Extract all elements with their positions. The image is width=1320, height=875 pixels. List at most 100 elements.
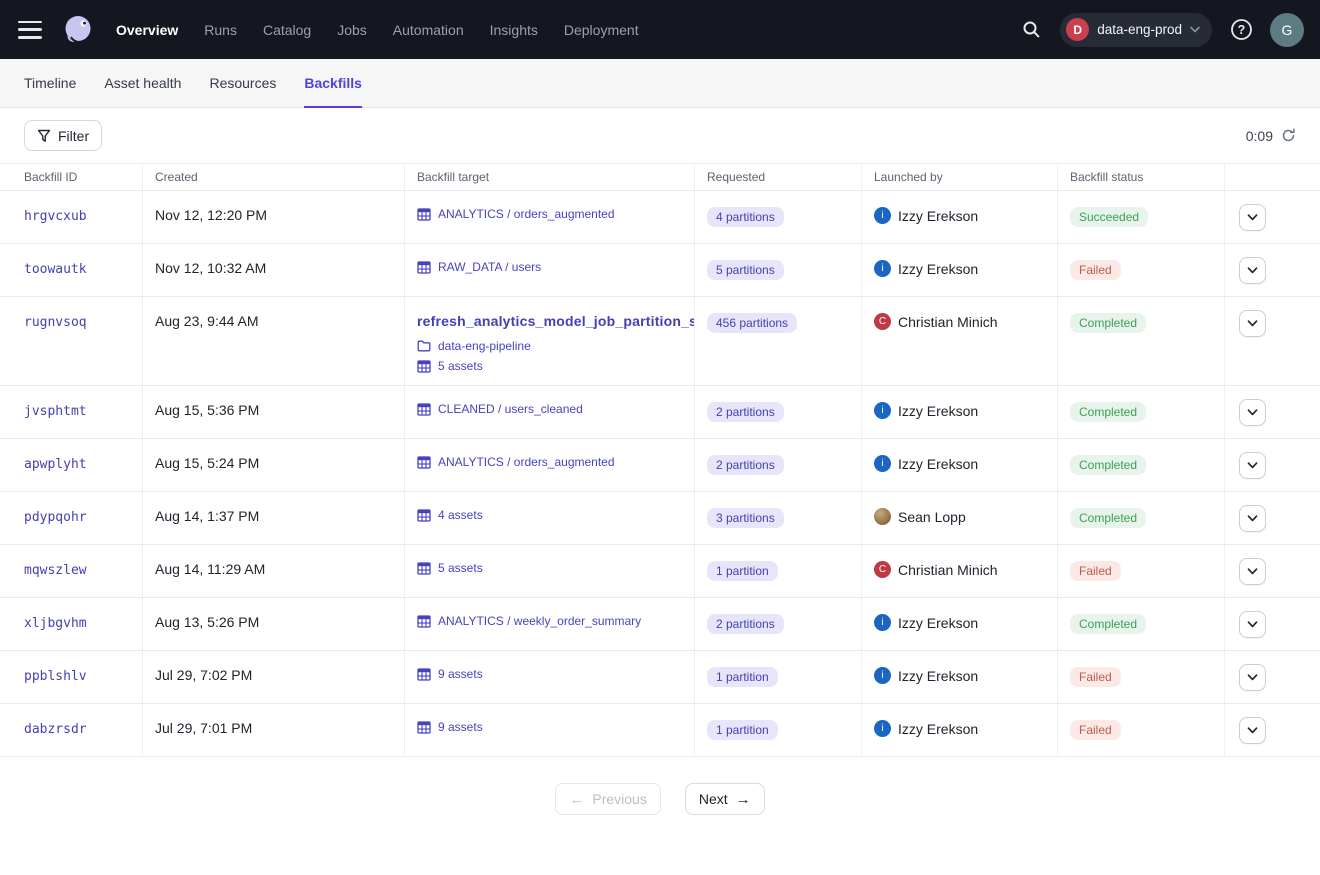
partitions-badge: 2 partitions bbox=[707, 402, 784, 422]
menu-icon[interactable] bbox=[18, 21, 42, 39]
launched-by-cell: Sean Lopp bbox=[862, 492, 1058, 544]
tab-asset-health[interactable]: Asset health bbox=[104, 59, 181, 107]
status-cell: Failed bbox=[1058, 651, 1225, 703]
refresh-icon[interactable] bbox=[1281, 128, 1296, 143]
launcher-name: Izzy Erekson bbox=[898, 403, 978, 419]
search-icon[interactable] bbox=[1014, 13, 1048, 47]
pipeline-link[interactable]: data-eng-pipeline bbox=[438, 339, 531, 353]
table-header-row: Backfill IDCreatedBackfill targetRequest… bbox=[0, 163, 1320, 191]
topnav-right: D data-eng-prod ? G bbox=[1014, 13, 1304, 47]
backfill-id-link[interactable]: rugnvsoq bbox=[24, 315, 87, 330]
row-actions-button[interactable] bbox=[1239, 399, 1266, 426]
nav-item-overview[interactable]: Overview bbox=[116, 22, 178, 38]
asset-target-link[interactable]: 5 assets bbox=[438, 561, 483, 575]
asset-target-link[interactable]: RAW_DATA / users bbox=[438, 260, 541, 274]
table-row: dabzrsdrJul 29, 7:01 PM9 assets1 partiti… bbox=[0, 704, 1320, 757]
nav-item-insights[interactable]: Insights bbox=[490, 22, 538, 38]
created-timestamp: Nov 12, 12:20 PM bbox=[155, 207, 267, 223]
created-timestamp: Aug 14, 11:29 AM bbox=[155, 561, 265, 577]
column-header-actions bbox=[1225, 164, 1320, 190]
asset-target-link[interactable]: CLEANED / users_cleaned bbox=[438, 402, 583, 416]
backfill-id-cell: mqwszlew bbox=[0, 545, 143, 597]
asset-grid-icon bbox=[417, 721, 431, 734]
job-partition-set-link[interactable]: refresh_analytics_model_job_partition_se… bbox=[417, 313, 695, 329]
partitions-badge: 5 partitions bbox=[707, 260, 784, 280]
backfill-id-link[interactable]: hrgvcxub bbox=[24, 209, 87, 224]
row-actions-button[interactable] bbox=[1239, 664, 1266, 691]
row-actions-button[interactable] bbox=[1239, 310, 1266, 337]
actions-cell bbox=[1225, 297, 1320, 385]
help-icon[interactable]: ? bbox=[1224, 13, 1258, 47]
backfill-id-link[interactable]: mqwszlew bbox=[24, 563, 87, 578]
assets-line: 5 assets bbox=[417, 359, 682, 373]
table-row: pdypqohrAug 14, 1:37 PM4 assets3 partiti… bbox=[0, 492, 1320, 545]
created-cell: Jul 29, 7:02 PM bbox=[143, 651, 405, 703]
launcher: iIzzy Erekson bbox=[874, 207, 1045, 224]
backfill-id-link[interactable]: xljbgvhm bbox=[24, 616, 87, 631]
table-row: mqwszlew Aug 14, 11:29 AM 5 assets 1 partit… bbox=[0, 545, 1320, 598]
row-actions-button[interactable] bbox=[1239, 558, 1266, 585]
asset-target-link[interactable]: 9 assets bbox=[438, 720, 483, 734]
tab-timeline[interactable]: Timeline bbox=[24, 59, 76, 107]
launched-by-cell: CChristian Minich bbox=[862, 545, 1058, 597]
created-cell: Aug 15, 5:24 PM bbox=[143, 439, 405, 491]
assets-link[interactable]: 5 assets bbox=[438, 359, 483, 373]
requested-cell: 1 partition bbox=[695, 545, 862, 597]
table-body: hrgvcxub Nov 12, 12:20 PM ANALYTICS / orde… bbox=[0, 191, 1320, 757]
nav-item-jobs[interactable]: Jobs bbox=[337, 22, 367, 38]
asset-target-link[interactable]: ANALYTICS / weekly_order_summary bbox=[438, 614, 641, 628]
row-actions-button[interactable] bbox=[1239, 717, 1266, 744]
backfill-id-link[interactable]: dabzrsdr bbox=[24, 722, 87, 737]
user-avatar[interactable]: G bbox=[1270, 13, 1304, 47]
asset-target-link[interactable]: ANALYTICS / orders_augmented bbox=[438, 455, 615, 469]
arrow-right-icon: → bbox=[736, 791, 751, 808]
top-navigation: Overview Runs Catalog Jobs Automation Insight… bbox=[0, 0, 1320, 59]
asset-target-link[interactable]: 4 assets bbox=[438, 508, 483, 522]
status-cell: Failed bbox=[1058, 545, 1225, 597]
launcher-avatar bbox=[874, 508, 891, 525]
launcher-avatar: i bbox=[874, 207, 891, 224]
backfill-status-badge: Succeeded bbox=[1070, 207, 1148, 227]
backfill-status-badge: Failed bbox=[1070, 667, 1121, 687]
next-label: Next bbox=[699, 791, 728, 807]
backfill-id-link[interactable]: toowautk bbox=[24, 262, 87, 277]
created-cell: Aug 13, 5:26 PM bbox=[143, 598, 405, 650]
created-timestamp: Aug 13, 5:26 PM bbox=[155, 614, 259, 630]
main-nav: Overview Runs Catalog Jobs Automation Insight… bbox=[116, 22, 639, 38]
row-actions-button[interactable] bbox=[1239, 204, 1266, 231]
backfill-id-link[interactable]: jvsphtmt bbox=[24, 404, 87, 419]
deployment-switcher[interactable]: D data-eng-prod bbox=[1060, 13, 1212, 47]
asset-target-link[interactable]: 9 assets bbox=[438, 667, 483, 681]
dagster-logo[interactable] bbox=[58, 10, 98, 50]
requested-cell: 2 partitions bbox=[695, 439, 862, 491]
created-timestamp: Aug 23, 9:44 AM bbox=[155, 313, 259, 329]
backfill-target-cell: RAW_DATA / users bbox=[405, 244, 695, 296]
nav-item-deployment[interactable]: Deployment bbox=[564, 22, 639, 38]
partitions-badge: 2 partitions bbox=[707, 455, 784, 475]
nav-item-automation[interactable]: Automation bbox=[393, 22, 464, 38]
backfill-id-link[interactable]: apwplyht bbox=[24, 457, 87, 472]
overview-tabs: Timeline Asset health Resources Backfills bbox=[0, 59, 1320, 108]
previous-page-button[interactable]: ← Previous bbox=[555, 783, 660, 815]
nav-item-catalog[interactable]: Catalog bbox=[263, 22, 311, 38]
backfill-id-link[interactable]: pdypqohr bbox=[24, 510, 87, 525]
backfill-id-link[interactable]: ppblshlv bbox=[24, 669, 87, 684]
launcher: iIzzy Erekson bbox=[874, 667, 1045, 684]
requested-cell: 2 partitions bbox=[695, 386, 862, 438]
created-cell: Aug 23, 9:44 AM bbox=[143, 297, 405, 385]
status-cell: Completed bbox=[1058, 439, 1225, 491]
asset-target-link[interactable]: ANALYTICS / orders_augmented bbox=[438, 207, 615, 221]
row-actions-button[interactable] bbox=[1239, 505, 1266, 532]
row-actions-button[interactable] bbox=[1239, 257, 1266, 284]
tab-backfills[interactable]: Backfills bbox=[304, 59, 362, 107]
row-actions-button[interactable] bbox=[1239, 611, 1266, 638]
launcher-name: Christian Minich bbox=[898, 314, 998, 330]
next-page-button[interactable]: Next → bbox=[685, 783, 765, 815]
row-actions-button[interactable] bbox=[1239, 452, 1266, 479]
created-timestamp: Nov 12, 10:32 AM bbox=[155, 260, 266, 276]
nav-item-runs[interactable]: Runs bbox=[204, 22, 237, 38]
launcher-name: Izzy Erekson bbox=[898, 615, 978, 631]
launcher-avatar: i bbox=[874, 720, 891, 737]
filter-button[interactable]: Filter bbox=[24, 120, 102, 151]
tab-resources[interactable]: Resources bbox=[209, 59, 276, 107]
